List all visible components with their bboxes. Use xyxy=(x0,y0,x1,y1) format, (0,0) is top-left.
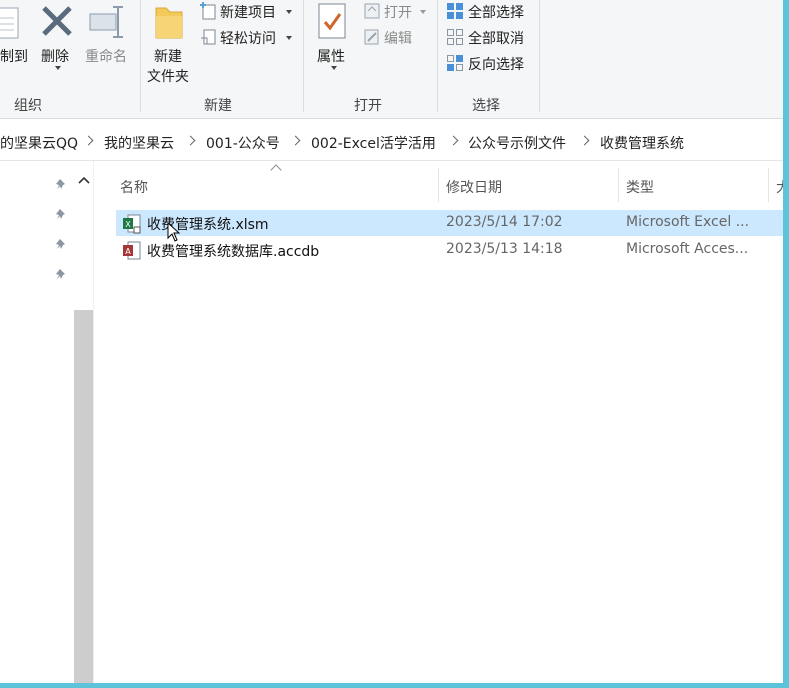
open-button[interactable]: 打开 xyxy=(384,2,412,22)
chevron-right-icon[interactable] xyxy=(290,135,301,146)
file-row[interactable]: A 收费管理系统数据库.accdb 2023/5/13 14:18 Micros… xyxy=(116,237,783,263)
rename-button[interactable]: 重命名 xyxy=(85,46,127,66)
invert-selection-icon[interactable] xyxy=(446,54,464,72)
new-item-dropdown-icon[interactable] xyxy=(286,10,292,14)
new-folder-label-line1[interactable]: 新建 xyxy=(154,46,182,66)
file-explorer-window: 制到 删除 重命名 组织 新建 文件夹 新建项目 轻松访问 新建 属性 打开 编… xyxy=(0,0,783,683)
chevron-right-icon[interactable] xyxy=(448,135,459,146)
easy-access-dropdown-icon[interactable] xyxy=(286,36,292,40)
column-separator[interactable] xyxy=(618,168,619,202)
properties-icon[interactable] xyxy=(317,2,349,42)
column-separator[interactable] xyxy=(438,168,439,202)
easy-access-button[interactable]: 轻松访问 xyxy=(220,28,276,48)
file-type: Microsoft Excel ... xyxy=(626,214,750,230)
mouse-cursor-icon xyxy=(167,222,181,242)
file-type: Microsoft Acces... xyxy=(626,241,749,257)
chevron-right-icon[interactable] xyxy=(185,135,196,146)
svg-text:A: A xyxy=(125,247,131,256)
scroll-up-icon[interactable] xyxy=(78,175,90,185)
rename-icon[interactable] xyxy=(88,4,128,40)
new-folder-label-line2[interactable]: 文件夹 xyxy=(147,66,189,86)
breadcrumb-item[interactable]: 002-Excel活学活用 xyxy=(311,133,436,153)
properties-button[interactable]: 属性 xyxy=(317,46,345,66)
group-label-open: 打开 xyxy=(354,98,382,114)
address-bar[interactable]: 的坚果云QQ 我的坚果云 001-公众号 002-Excel活学活用 公众号示例… xyxy=(0,124,783,161)
file-date: 2023/5/13 14:18 xyxy=(446,241,563,257)
file-date: 2023/5/14 17:02 xyxy=(446,214,563,230)
properties-dropdown-icon[interactable] xyxy=(331,66,337,70)
delete-dropdown-icon[interactable] xyxy=(55,66,61,70)
chevron-right-icon[interactable] xyxy=(83,135,94,146)
access-file-icon: A xyxy=(123,241,141,260)
invert-selection-button[interactable]: 反向选择 xyxy=(468,54,524,74)
group-label-select: 选择 xyxy=(472,98,500,114)
pane-divider[interactable] xyxy=(93,161,94,683)
new-folder-icon[interactable] xyxy=(152,2,186,42)
select-none-button[interactable]: 全部取消 xyxy=(468,28,524,48)
open-dropdown-icon[interactable] xyxy=(420,10,426,14)
breadcrumb-item[interactable]: 我的坚果云 xyxy=(104,133,174,153)
file-name: 收费管理系统.xlsm xyxy=(147,217,269,233)
column-header-date[interactable]: 修改日期 xyxy=(446,177,502,197)
edit-button[interactable]: 编辑 xyxy=(384,28,412,48)
select-all-button[interactable]: 全部选择 xyxy=(468,2,524,22)
sort-ascending-icon xyxy=(270,164,282,176)
ribbon-separator xyxy=(437,0,438,112)
ribbon-separator xyxy=(539,0,540,112)
select-all-icon[interactable] xyxy=(446,2,464,20)
ribbon: 制到 删除 重命名 组织 新建 文件夹 新建项目 轻松访问 新建 属性 打开 编… xyxy=(0,0,783,119)
delete-button[interactable]: 删除 xyxy=(41,46,69,66)
column-header-type[interactable]: 类型 xyxy=(626,177,654,197)
column-separator[interactable] xyxy=(768,168,769,202)
group-label-organize: 组织 xyxy=(14,98,42,114)
copy-to-icon[interactable] xyxy=(0,6,22,42)
chevron-right-icon[interactable] xyxy=(579,135,590,146)
breadcrumb-item[interactable]: 001-公众号 xyxy=(206,133,280,153)
file-name: 收费管理系统数据库.accdb xyxy=(147,244,320,260)
column-header-size[interactable]: 大 xyxy=(776,177,783,197)
copy-to-button[interactable]: 制到 xyxy=(0,46,28,66)
pin-icon[interactable] xyxy=(56,178,68,190)
pin-icon[interactable] xyxy=(56,208,68,220)
column-header-name[interactable]: 名称 xyxy=(120,177,148,197)
group-label-new: 新建 xyxy=(204,98,232,114)
edit-icon[interactable] xyxy=(363,28,381,46)
file-row[interactable]: X 收费管理系统.xlsm 2023/5/14 17:02 Microsoft … xyxy=(116,210,783,236)
easy-access-icon[interactable] xyxy=(199,28,217,46)
ribbon-separator xyxy=(303,0,304,112)
pin-icon[interactable] xyxy=(56,238,68,250)
breadcrumb-item[interactable]: 的坚果云QQ xyxy=(0,133,78,153)
pin-icon[interactable] xyxy=(56,268,68,280)
breadcrumb-current[interactable]: 收费管理系统 xyxy=(600,133,684,153)
select-none-icon[interactable] xyxy=(446,28,464,46)
new-item-button[interactable]: 新建项目 xyxy=(220,2,276,22)
open-icon[interactable] xyxy=(363,2,381,20)
delete-icon[interactable] xyxy=(40,4,76,40)
svg-text:X: X xyxy=(125,220,131,229)
new-item-icon[interactable] xyxy=(199,2,217,20)
nav-scrollbar-thumb[interactable] xyxy=(74,310,93,683)
breadcrumb-item[interactable]: 公众号示例文件 xyxy=(468,133,566,153)
excel-file-icon: X xyxy=(123,214,141,234)
ribbon-separator xyxy=(140,0,141,112)
